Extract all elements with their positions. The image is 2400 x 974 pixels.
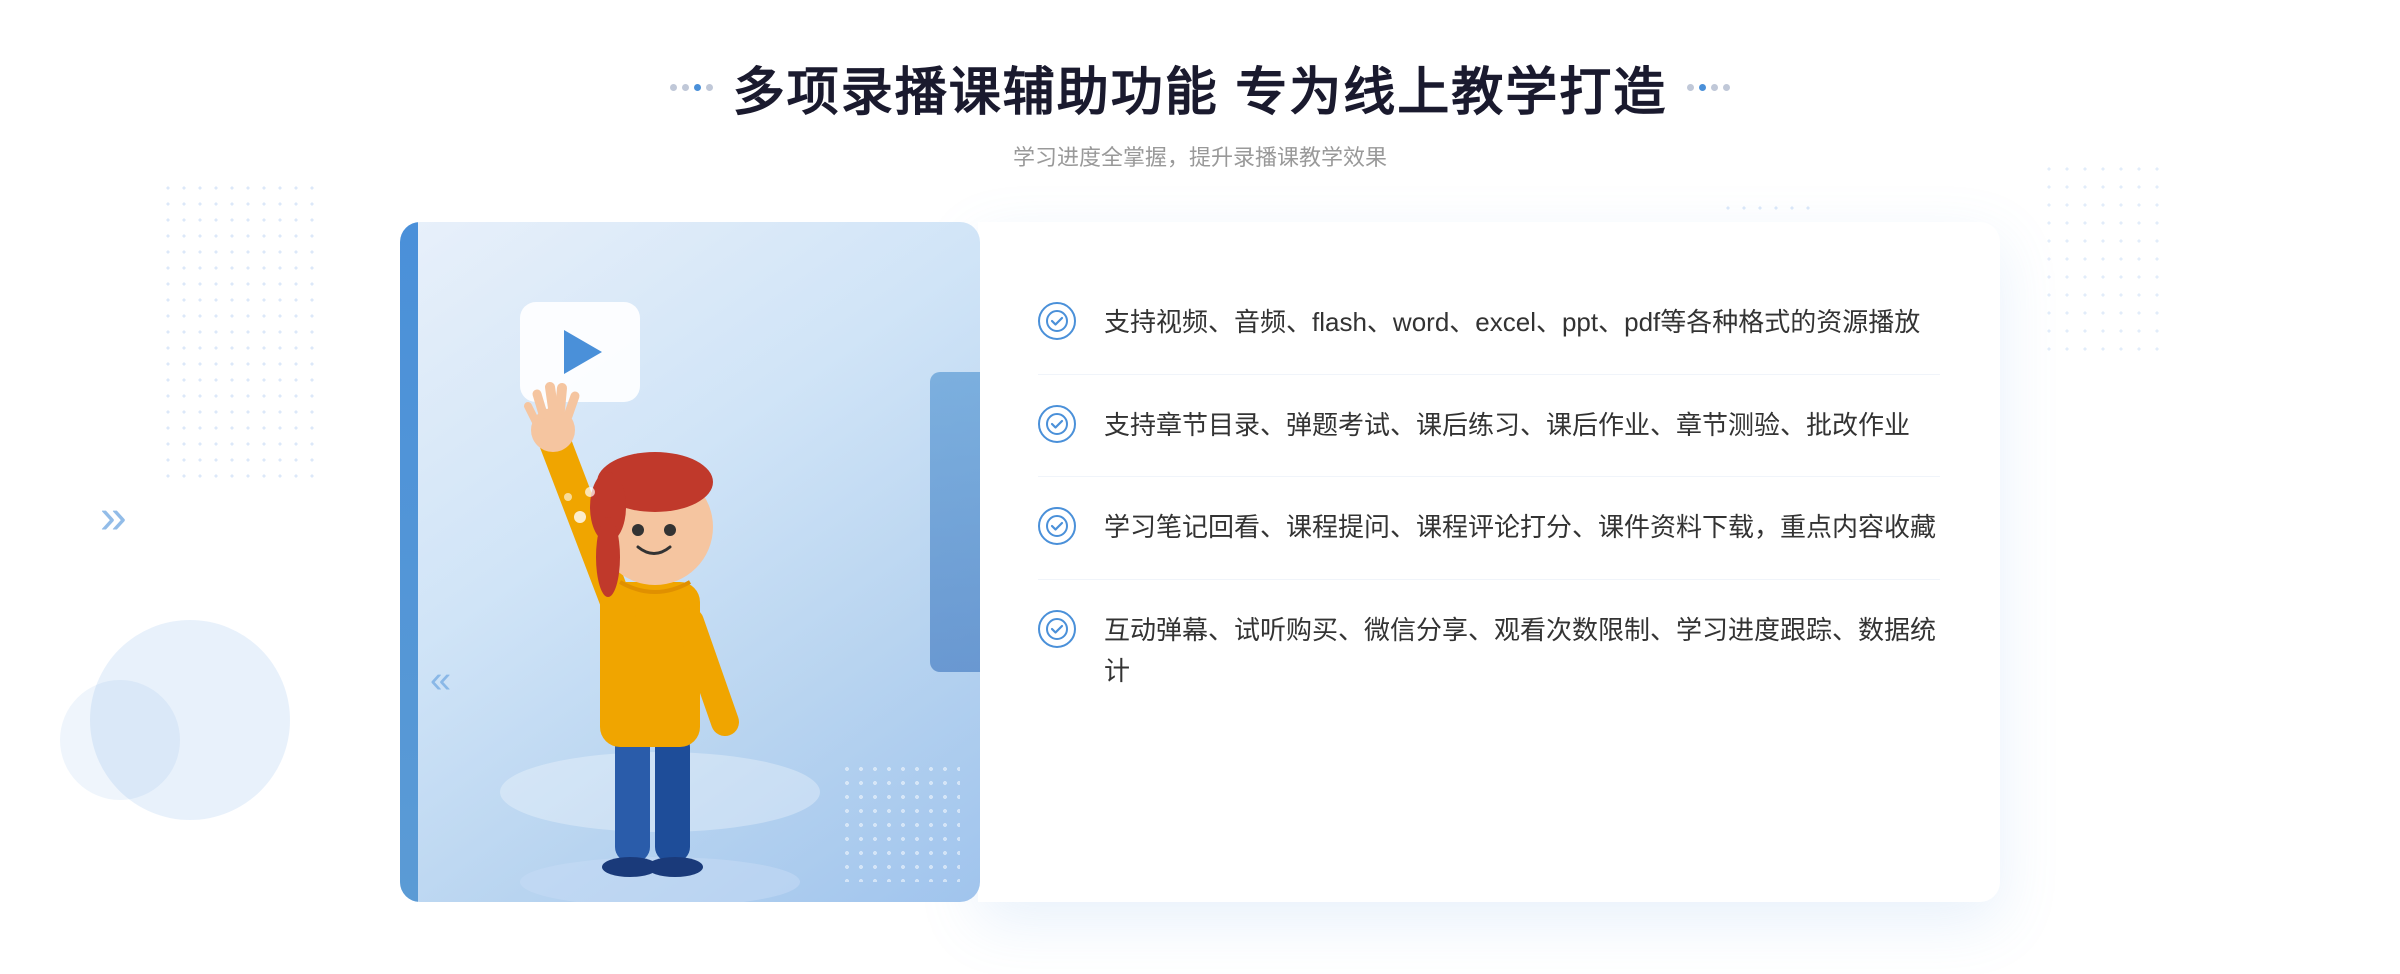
- deco-circle-2: [60, 680, 180, 800]
- feature-text-2: 支持章节目录、弹题考试、课后练习、课后作业、章节测验、批改作业: [1104, 405, 1910, 447]
- right-feature-panel: 支持视频、音频、flash、word、excel、ppt、pdf等各种格式的资源…: [978, 222, 2000, 902]
- header-dots-left: [670, 84, 713, 91]
- chevron-left-decoration: «: [430, 659, 451, 702]
- feature-text-3: 学习笔记回看、课程提问、课程评论打分、课件资料下载，重点内容收藏: [1104, 507, 1936, 549]
- check-icon-1: [1038, 302, 1076, 340]
- dot-pattern-right-panel: [2040, 160, 2160, 360]
- card-blue-accent: [930, 372, 980, 672]
- main-title: 多项录播课辅助功能 专为线上教学打造: [733, 50, 1667, 125]
- feature-item-4: 互动弹幕、试听购买、微信分享、观看次数限制、学习进度跟踪、数据统计: [1038, 580, 1940, 723]
- page-wrapper: » 多项录播课辅助功能 专为线上教学打造: [0, 0, 2400, 974]
- card-dot-pattern: [840, 762, 960, 882]
- check-icon-3: [1038, 507, 1076, 545]
- left-illustration-card: «: [400, 222, 980, 902]
- feature-item-2: 支持章节目录、弹题考试、课后练习、课后作业、章节测验、批改作业: [1038, 375, 1940, 478]
- dot-pattern-left: [160, 180, 320, 480]
- check-icon-4: [1038, 610, 1076, 648]
- feature-item-1: 支持视频、音频、flash、word、excel、ppt、pdf等各种格式的资源…: [1038, 272, 1940, 375]
- content-area: « 支持视频、音频、flash、word、excel、ppt、pdf等各种格式的…: [400, 222, 2000, 902]
- feature-list: 支持视频、音频、flash、word、excel、ppt、pdf等各种格式的资源…: [1038, 272, 1940, 723]
- arrow-decoration-left: »: [100, 490, 127, 545]
- feature-text-1: 支持视频、音频、flash、word、excel、ppt、pdf等各种格式的资源…: [1104, 302, 1920, 344]
- header-section: 多项录播课辅助功能 专为线上教学打造 学习进度全掌握，提升录播课教学效果: [670, 50, 1730, 172]
- header-dots-row: 多项录播课辅助功能 专为线上教学打造: [670, 50, 1730, 125]
- header-dots-right: [1687, 84, 1730, 91]
- sub-title: 学习进度全掌握，提升录播课教学效果: [670, 140, 1730, 172]
- person-illustration: [460, 342, 840, 902]
- left-card-inner: «: [400, 222, 980, 902]
- feature-item-3: 学习笔记回看、课程提问、课程评论打分、课件资料下载，重点内容收藏: [1038, 477, 1940, 580]
- check-icon-2: [1038, 405, 1076, 443]
- blue-accent-bar: [400, 222, 418, 902]
- feature-text-4: 互动弹幕、试听购买、微信分享、观看次数限制、学习进度跟踪、数据统计: [1104, 610, 1940, 693]
